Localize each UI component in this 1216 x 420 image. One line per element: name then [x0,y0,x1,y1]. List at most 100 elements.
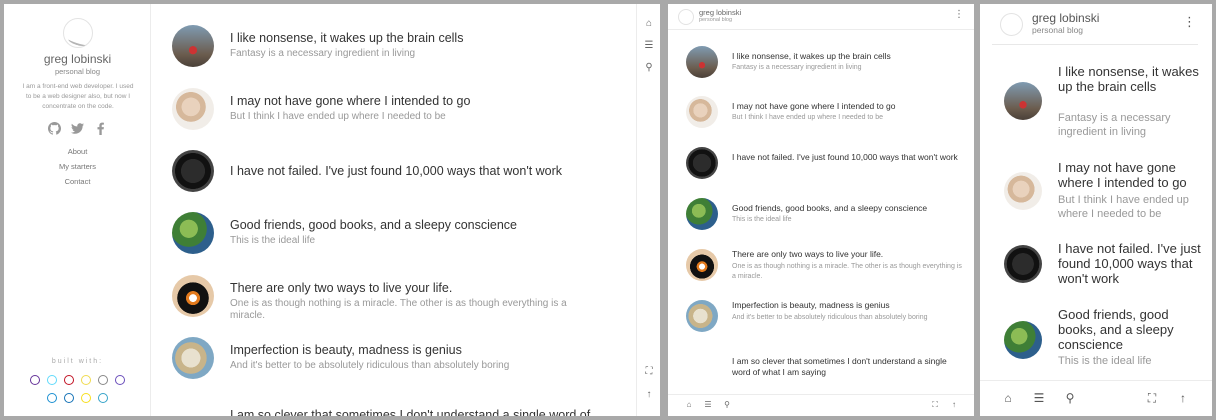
post-thumbnail [1004,82,1042,120]
post-title[interactable]: There are only two ways to live your lif… [230,281,610,296]
post-thumbnail [686,96,718,128]
tech-logo-icon[interactable] [98,393,108,403]
post-subtitle: One is as though nothing is a miracle. T… [732,263,962,280]
site-name[interactable]: greg lobinski [699,8,741,17]
post-title[interactable]: Good friends, good books, and a sleepy c… [1058,307,1204,352]
tech-logo-icon[interactable] [115,375,125,385]
tech-logo-icon[interactable] [81,393,91,403]
post-title[interactable]: Good friends, good books, and a sleepy c… [732,203,966,214]
post-title[interactable]: I am so clever that sometimes I don't un… [230,408,610,416]
post-thumbnail [172,150,214,192]
tech-logo-icon[interactable] [47,375,57,385]
arrow-up-icon[interactable]: ↑ [1176,391,1190,405]
post-thumbnail [1004,321,1042,359]
post-subtitle: But I think I have ended up where I need… [1058,194,1189,220]
more-menu-icon[interactable]: ⋮ [954,9,964,20]
facebook-icon[interactable] [94,122,107,135]
top-bar: greg lobinski personal blog ⋮ [980,4,1212,46]
search-icon[interactable]: ⚲ [1063,391,1077,405]
post-thumbnail [686,300,718,332]
post-title[interactable]: I have not failed. I've just found 10,00… [1058,241,1204,286]
fullscreen-icon[interactable]: ⛶ [930,400,940,410]
filter-icon[interactable]: ☰ [643,40,655,52]
avatar[interactable] [1000,13,1023,36]
home-icon[interactable]: ⌂ [1001,391,1015,405]
tech-logo-icon[interactable] [47,393,57,403]
post-title[interactable]: Imperfection is beauty, madness is geniu… [732,300,966,311]
arrow-up-icon[interactable]: ↑ [949,400,959,410]
site-name[interactable]: greg lobinski [1032,11,1099,25]
nav-about[interactable]: About [4,144,151,159]
action-rail: ⌂ ☰ ⚲ ⛶ ↑ [636,4,660,416]
tech-logo-icon[interactable] [64,393,74,403]
post-thumbnail [1004,245,1042,283]
post-subtitle: This is the ideal life [230,235,316,246]
tech-logo-icon[interactable] [81,375,91,385]
nav-contact[interactable]: Contact [4,174,151,189]
fullscreen-icon[interactable]: ⛶ [1145,391,1159,405]
post-title[interactable]: I may not have gone where I intended to … [1058,160,1204,190]
post-subtitle: Fantasy is a necessary ingredient in liv… [732,64,862,71]
search-icon[interactable]: ⚲ [643,62,655,74]
post-thumbnail [1004,172,1042,210]
avatar[interactable] [678,9,694,25]
social-links [4,122,151,135]
more-menu-icon[interactable]: ⋮ [1183,14,1196,30]
post-title[interactable]: I may not have gone where I intended to … [230,94,610,109]
filter-icon[interactable]: ☰ [1032,391,1046,405]
site-name[interactable]: greg lobinski [4,52,151,66]
built-with-row [4,393,151,403]
post-list: I like nonsense, it wakes up the brain c… [152,4,636,416]
home-icon[interactable]: ⌂ [684,400,694,410]
search-icon[interactable]: ⚲ [722,400,732,410]
tech-logo-icon[interactable] [98,375,108,385]
desktop-view: greg lobinski personal blog I am a front… [4,4,660,416]
github-icon[interactable] [48,122,61,135]
site-subtitle: personal blog [699,17,733,23]
post-title[interactable]: I like nonsense, it wakes up the brain c… [1058,64,1204,94]
built-with-row [4,375,151,385]
post-subtitle: This is the ideal life [1058,355,1152,367]
mobile-view: greg lobinski personal blog ⋮ I like non… [980,4,1212,416]
post-title[interactable]: Good friends, good books, and a sleepy c… [230,218,610,233]
arrow-up-icon[interactable]: ↑ [643,389,655,401]
post-thumbnail [172,88,214,130]
post-thumbnail [172,25,214,67]
tech-logo-icon[interactable] [64,375,74,385]
post-title[interactable]: I am so clever that sometimes I don't un… [732,356,966,378]
post-thumbnail [172,212,214,254]
filter-icon[interactable]: ☰ [703,400,713,410]
bottom-bar: ⌂ ☰ ⚲ ⛶ ↑ [980,380,1212,416]
home-icon[interactable]: ⌂ [643,18,655,30]
sidebar-nav: About My starters Contact [4,144,151,189]
post-subtitle: But I think I have ended up where I need… [230,111,446,122]
post-title[interactable]: I have not failed. I've just found 10,00… [230,164,610,179]
fullscreen-icon[interactable]: ⛶ [643,366,655,378]
post-subtitle: Fantasy is a necessary ingredient in liv… [230,48,416,59]
top-bar: greg lobinski personal blog ⋮ [668,4,974,30]
twitter-icon[interactable] [71,122,84,135]
site-bio: I am a front-end web developer. I used t… [22,83,134,110]
post-subtitle: Fantasy is a necessary ingredient in liv… [1058,112,1171,138]
post-subtitle: One is as though nothing is a miracle. T… [230,298,567,321]
post-subtitle: And it's better to be absolutely ridicul… [230,360,510,371]
tablet-view: greg lobinski personal blog ⋮ I like non… [668,4,974,416]
post-title[interactable]: I like nonsense, it wakes up the brain c… [732,51,966,62]
sidebar: greg lobinski personal blog I am a front… [4,4,151,416]
post-thumbnail [686,198,718,230]
post-subtitle: This is the ideal life [732,216,792,223]
post-title[interactable]: I like nonsense, it wakes up the brain c… [230,31,610,46]
avatar[interactable] [63,18,93,48]
post-thumbnail [686,249,718,281]
post-subtitle: But I think I have ended up where I need… [732,114,883,121]
post-title[interactable]: There are only two ways to live your lif… [732,249,966,260]
post-title[interactable]: Imperfection is beauty, madness is geniu… [230,343,610,358]
post-thumbnail [686,147,718,179]
post-title[interactable]: I have not failed. I've just found 10,00… [732,152,966,163]
post-title[interactable]: I may not have gone where I intended to … [732,101,966,112]
nav-my-starters[interactable]: My starters [4,159,151,174]
post-thumbnail [172,337,214,379]
site-subtitle: personal blog [1032,25,1084,35]
tech-logo-icon[interactable] [30,375,40,385]
post-thumbnail [172,275,214,317]
